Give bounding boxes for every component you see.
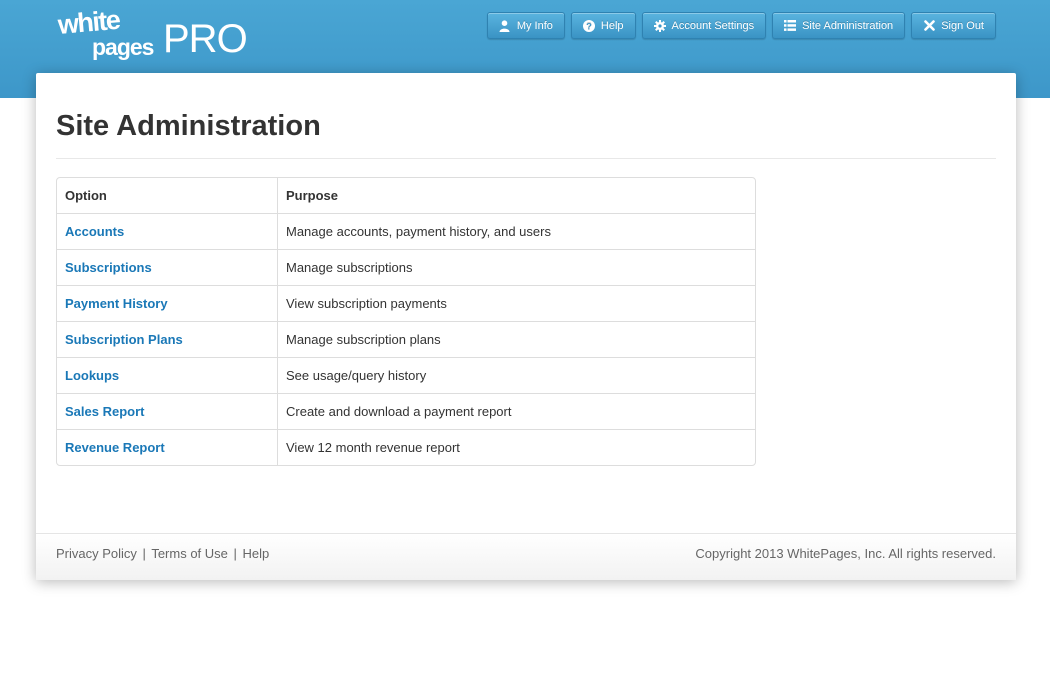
table-row: Payment History View subscription paymen…: [57, 285, 755, 321]
my-info-button[interactable]: My Info: [486, 12, 565, 39]
logo-pro: PRO: [163, 17, 248, 61]
table-row: Accounts Manage accounts, payment histor…: [57, 213, 755, 249]
footer-links: Privacy Policy | Terms of Use | Help: [56, 546, 269, 561]
account-settings-label: Account Settings: [671, 19, 755, 32]
row-purpose: View subscription payments: [277, 285, 755, 321]
row-purpose: Create and download a payment report: [277, 393, 755, 429]
account-settings-button[interactable]: Account Settings: [641, 12, 767, 39]
help-label: Help: [600, 19, 624, 32]
footer-separator: |: [233, 546, 237, 561]
column-header-purpose: Purpose: [277, 178, 755, 213]
whitepages-pro-logo[interactable]: white pages PRO: [56, 5, 248, 62]
table-row: Revenue Report View 12 month revenue rep…: [57, 429, 755, 465]
row-purpose: Manage subscriptions: [277, 249, 755, 285]
page-footer: Privacy Policy | Terms of Use | Help Cop…: [36, 533, 1016, 580]
table-header-row: Option Purpose: [57, 178, 755, 213]
close-icon: [923, 20, 935, 32]
subscription-plans-link[interactable]: Subscription Plans: [65, 332, 183, 347]
site-administration-label: Site Administration: [802, 19, 894, 32]
accounts-link[interactable]: Accounts: [65, 224, 124, 239]
row-purpose: Manage accounts, payment history, and us…: [277, 213, 755, 249]
user-icon: [499, 19, 511, 32]
table-row: Subscription Plans Manage subscription p…: [57, 321, 755, 357]
column-header-option: Option: [65, 188, 107, 203]
help-button[interactable]: ? Help: [570, 12, 636, 39]
row-purpose: Manage subscription plans: [277, 321, 755, 357]
title-divider: [56, 158, 996, 159]
content-panel: Site Administration Option Purpose Accou…: [36, 73, 1016, 580]
sign-out-label: Sign Out: [941, 19, 984, 32]
top-nav: My Info ? Help Account Settings Site Adm…: [486, 12, 996, 39]
row-purpose: See usage/query history: [277, 357, 755, 393]
logo-wordmark: white pages: [56, 5, 162, 60]
copyright-text: Copyright 2013 WhitePages, Inc. All righ…: [695, 546, 996, 561]
row-purpose: View 12 month revenue report: [277, 429, 755, 465]
lookups-link[interactable]: Lookups: [65, 368, 119, 383]
payment-history-link[interactable]: Payment History: [65, 296, 168, 311]
my-info-label: My Info: [516, 19, 553, 32]
admin-options-table: Option Purpose Accounts Manage accounts,…: [56, 177, 756, 466]
page-title: Site Administration: [56, 110, 321, 142]
list-icon: [784, 20, 797, 32]
terms-of-use-link[interactable]: Terms of Use: [151, 546, 228, 561]
svg-text:?: ?: [586, 21, 592, 32]
sales-report-link[interactable]: Sales Report: [65, 404, 144, 419]
revenue-report-link[interactable]: Revenue Report: [65, 440, 165, 455]
footer-separator: |: [142, 546, 146, 561]
subscriptions-link[interactable]: Subscriptions: [65, 260, 152, 275]
table-row: Lookups See usage/query history: [57, 357, 755, 393]
site-administration-button[interactable]: Site Administration: [772, 12, 906, 39]
logo-line2: pages: [92, 34, 154, 60]
privacy-policy-link[interactable]: Privacy Policy: [56, 546, 137, 561]
gear-icon: [653, 19, 666, 32]
table-row: Subscriptions Manage subscriptions: [57, 249, 755, 285]
sign-out-button[interactable]: Sign Out: [911, 12, 996, 39]
help-icon: ?: [582, 19, 595, 32]
footer-help-link[interactable]: Help: [243, 546, 270, 561]
table-row: Sales Report Create and download a payme…: [57, 393, 755, 429]
